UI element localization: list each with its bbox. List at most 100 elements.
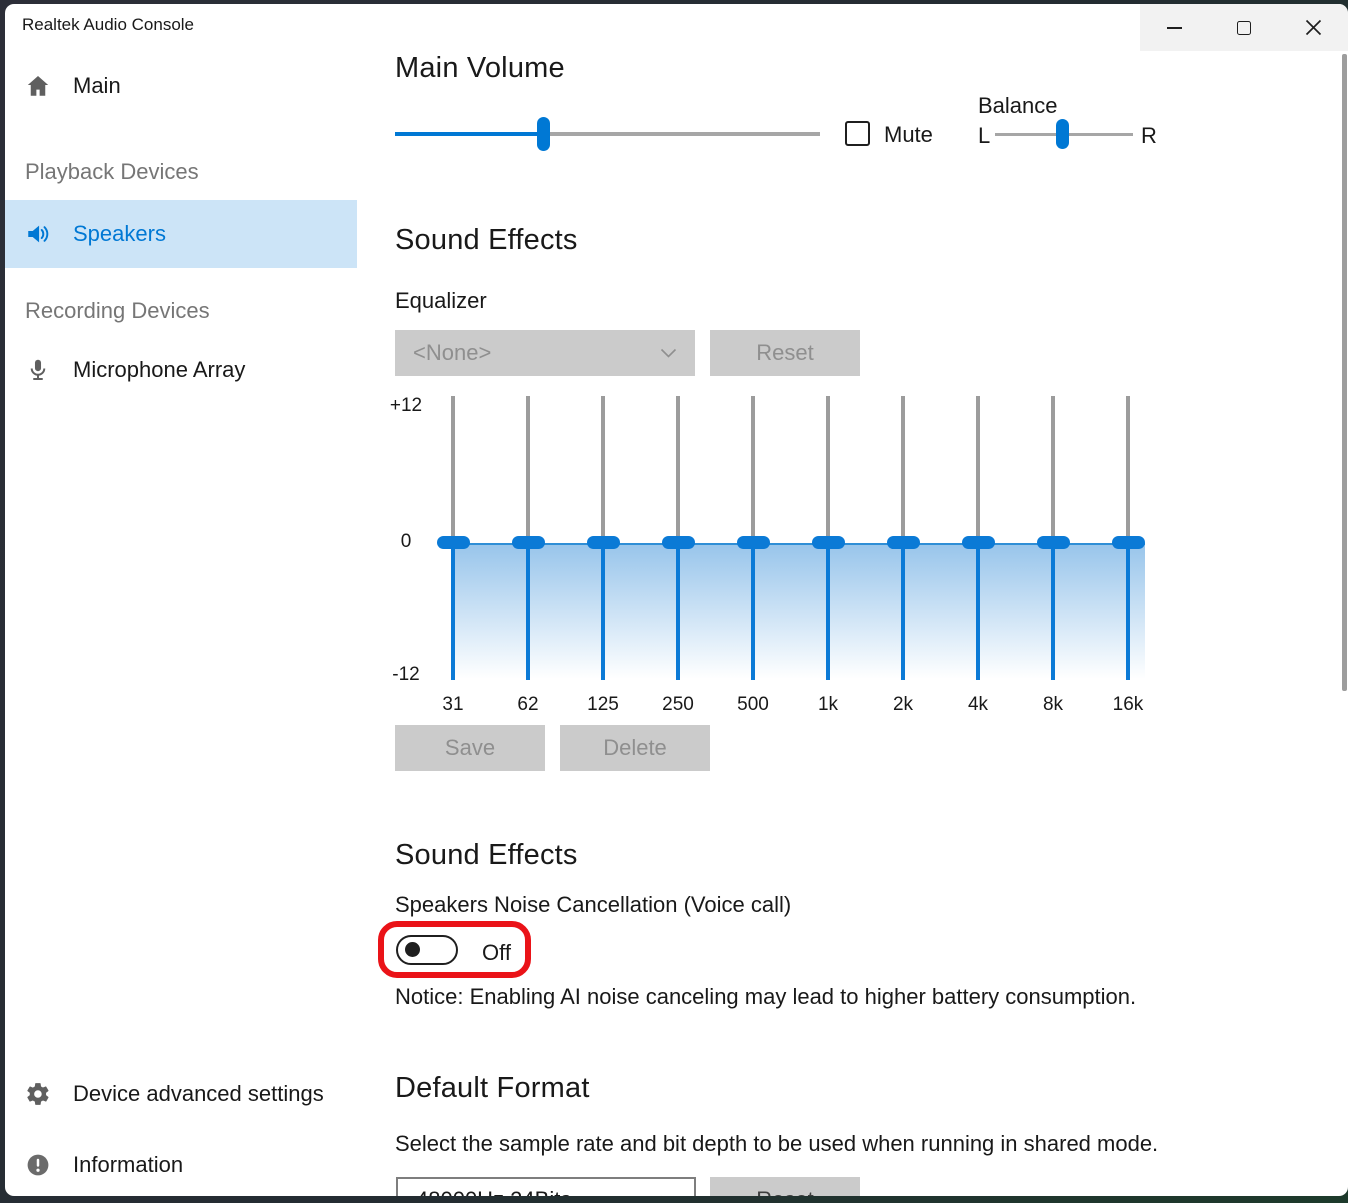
eq-frequency-label: 8k [1016, 694, 1090, 716]
realtek-audio-console-window: Realtek Audio Console Main Playback Devi… [5, 4, 1348, 1196]
eq-track-upper [1126, 396, 1130, 542]
eq-slider-thumb[interactable] [662, 536, 695, 549]
eq-track-upper [751, 396, 755, 542]
equalizer-save-button[interactable]: Save [395, 725, 545, 771]
default-format-description: Select the sample rate and bit depth to … [395, 1131, 1158, 1157]
mute-checkbox[interactable] [845, 121, 870, 146]
toggle-state-label: Off [482, 940, 511, 966]
eq-scale-mid: 0 [375, 531, 437, 553]
main-volume-slider[interactable] [395, 114, 820, 154]
sound-effects-heading-2: Sound Effects [395, 839, 578, 872]
eq-track-lower [826, 542, 831, 680]
slider-fill [395, 132, 544, 136]
home-icon [25, 73, 51, 99]
eq-track-lower [976, 542, 981, 680]
sidebar-item-main[interactable]: Main [5, 62, 357, 110]
eq-frequency-label: 1k [791, 694, 865, 716]
sidebar-item-label: Microphone Array [73, 357, 245, 383]
eq-slider-thumb[interactable] [1037, 536, 1070, 549]
eq-track-upper [676, 396, 680, 542]
eq-slider-thumb[interactable] [737, 536, 770, 549]
eq-track-upper [601, 396, 605, 542]
eq-slider-thumb[interactable] [437, 536, 470, 549]
sidebar-item-microphone-array[interactable]: Microphone Array [5, 346, 357, 394]
noise-cancellation-toggle[interactable] [396, 935, 458, 965]
window-title: Realtek Audio Console [22, 15, 194, 35]
balance-left-label: L [978, 123, 990, 149]
eq-slider-thumb[interactable] [962, 536, 995, 549]
sidebar-item-device-advanced-settings[interactable]: Device advanced settings [5, 1070, 357, 1118]
gear-icon [25, 1081, 51, 1107]
eq-slider-thumb[interactable] [887, 536, 920, 549]
eq-track-lower [526, 542, 531, 680]
eq-track-upper [826, 396, 830, 542]
eq-track-lower [676, 542, 681, 680]
equalizer-reset-button[interactable]: Reset [710, 330, 860, 376]
sound-effects-heading: Sound Effects [395, 224, 578, 257]
balance-slider[interactable] [995, 114, 1133, 154]
eq-track-upper [976, 396, 980, 542]
default-format-dropdown[interactable]: 48000Hz 24Bits [396, 1177, 696, 1196]
vertical-scrollbar[interactable] [1342, 54, 1347, 691]
equalizer-preset-value: <None> [413, 340, 660, 366]
eq-frequency-label: 125 [566, 694, 640, 716]
minimize-button[interactable] [1140, 4, 1209, 51]
window-controls [1140, 4, 1348, 51]
eq-scale-top: +12 [375, 395, 437, 417]
sidebar-section-playback: Playback Devices [25, 159, 199, 185]
eq-track-lower [451, 542, 456, 680]
mute-label: Mute [884, 122, 933, 148]
sidebar-section-recording: Recording Devices [25, 298, 210, 324]
balance-right-label: R [1141, 123, 1157, 149]
eq-track-upper [526, 396, 530, 542]
equalizer-fill-area [453, 543, 1145, 679]
main-volume-heading: Main Volume [395, 52, 565, 85]
sidebar-item-label: Speakers [73, 221, 166, 247]
eq-track-upper [1051, 396, 1055, 542]
eq-frequency-label: 62 [491, 694, 565, 716]
chevron-down-icon [659, 1195, 676, 1197]
maximize-icon [1237, 21, 1251, 35]
slider-thumb[interactable] [537, 117, 550, 151]
close-button[interactable] [1279, 4, 1348, 51]
chevron-down-icon [660, 348, 677, 359]
eq-frequency-label: 4k [941, 694, 1015, 716]
default-format-reset-button[interactable]: Reset [710, 1177, 860, 1196]
eq-slider-thumb[interactable] [512, 536, 545, 549]
eq-track-upper [901, 396, 905, 542]
maximize-button[interactable] [1209, 4, 1278, 51]
eq-track-lower [1126, 542, 1131, 680]
equalizer-label: Equalizer [395, 288, 487, 314]
eq-slider-thumb[interactable] [1112, 536, 1145, 549]
info-icon [25, 1152, 51, 1178]
eq-track-lower [601, 542, 606, 680]
eq-track-lower [1051, 542, 1056, 680]
sidebar-item-information[interactable]: Information [5, 1141, 357, 1189]
equalizer-delete-button[interactable]: Delete [560, 725, 710, 771]
minimize-icon [1167, 27, 1182, 29]
noise-cancellation-notice: Notice: Enabling AI noise canceling may … [395, 984, 1136, 1010]
default-format-heading: Default Format [395, 1072, 590, 1105]
eq-scale-bottom: -12 [375, 664, 437, 686]
eq-frequency-label: 31 [416, 694, 490, 716]
equalizer-preset-dropdown[interactable]: <None> [395, 330, 695, 376]
default-format-value: 48000Hz 24Bits [416, 1187, 659, 1196]
sidebar-item-label: Device advanced settings [73, 1081, 324, 1107]
speaker-icon [25, 221, 51, 247]
eq-frequency-label: 250 [641, 694, 715, 716]
sidebar-item-label: Information [73, 1152, 183, 1178]
eq-track-lower [751, 542, 756, 680]
noise-cancellation-label: Speakers Noise Cancellation (Voice call) [395, 892, 791, 918]
eq-frequency-label: 2k [866, 694, 940, 716]
sidebar-item-label: Main [73, 73, 121, 99]
close-icon [1305, 19, 1322, 36]
microphone-icon [25, 357, 51, 383]
eq-track-upper [451, 396, 455, 542]
eq-frequency-label: 16k [1091, 694, 1165, 716]
toggle-knob [405, 942, 420, 957]
slider-thumb[interactable] [1056, 119, 1069, 149]
sidebar-item-speakers[interactable]: Speakers [5, 200, 357, 268]
eq-slider-thumb[interactable] [587, 536, 620, 549]
eq-frequency-label: 500 [716, 694, 790, 716]
eq-slider-thumb[interactable] [812, 536, 845, 549]
